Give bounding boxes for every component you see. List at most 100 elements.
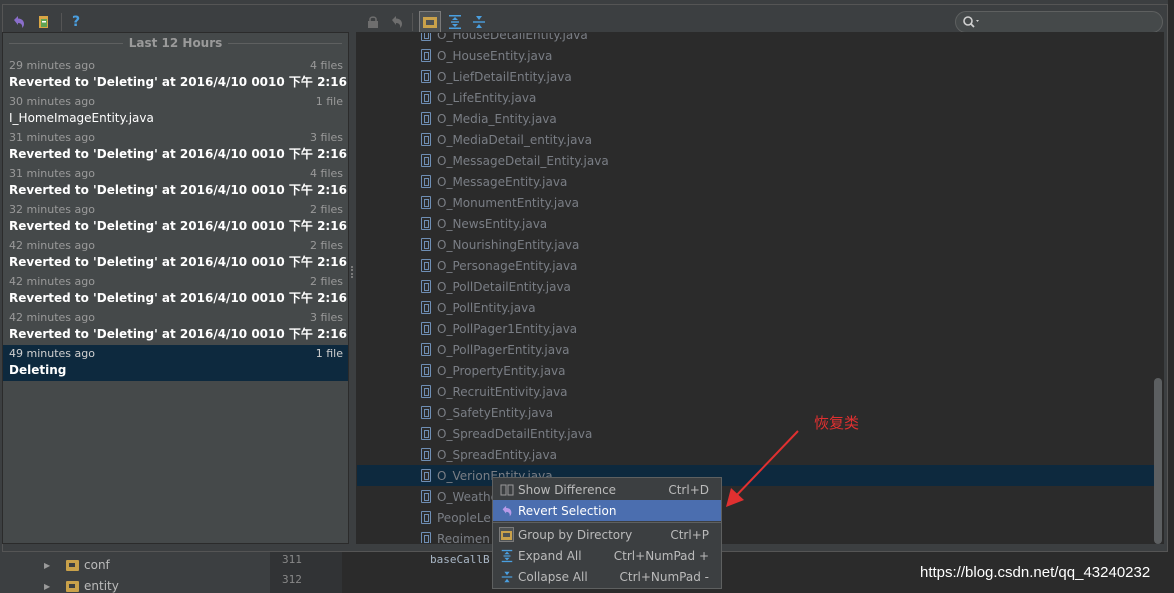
file-row[interactable]: O_MediaDetail_entity.java — [357, 129, 1155, 150]
java-file-icon — [421, 490, 431, 503]
history-file-count: 3 files — [310, 131, 343, 144]
menu-item-revert-selection[interactable]: Revert Selection — [493, 500, 721, 521]
java-file-icon — [421, 343, 431, 356]
menu-item-expand-all[interactable]: Expand All Ctrl+NumPad + — [493, 545, 721, 566]
file-row[interactable]: O_PollDetailEntity.java — [357, 276, 1155, 297]
file-row[interactable]: O_SpreadDetailEntity.java — [357, 423, 1155, 444]
history-file-count: 4 files — [310, 167, 343, 180]
file-row[interactable]: PeopleLe — [357, 507, 1155, 528]
history-item[interactable]: 31 minutes ago 4 files Reverted to 'Dele… — [3, 165, 348, 201]
menu-item-collapse-all[interactable]: Collapse All Ctrl+NumPad - — [493, 566, 721, 587]
file-name: O_HouseDetailEntity.java — [437, 32, 588, 42]
java-file-icon — [421, 133, 431, 146]
history-file-count: 4 files — [310, 59, 343, 72]
help-icon[interactable]: ? — [67, 13, 85, 31]
editor-gutter — [270, 552, 342, 593]
history-item[interactable]: 42 minutes ago 2 files Reverted to 'Dele… — [3, 273, 348, 309]
file-row[interactable]: O_MonumentEntity.java — [357, 192, 1155, 213]
java-file-icon — [421, 511, 431, 524]
history-time: 30 minutes ago — [9, 95, 95, 108]
file-row[interactable]: O_WeatherEntity.java — [357, 486, 1155, 507]
history-item[interactable]: 42 minutes ago 3 files Reverted to 'Dele… — [3, 309, 348, 345]
file-row[interactable]: O_HouseDetailEntity.java — [357, 32, 1155, 45]
file-row[interactable]: O_MessageEntity.java — [357, 171, 1155, 192]
file-name: O_LifeEntity.java — [437, 90, 537, 105]
search-input[interactable] — [955, 11, 1163, 33]
file-row-selected[interactable]: O_VerionEntity.java — [357, 465, 1155, 486]
menu-item-label: Group by Directory — [518, 527, 633, 542]
search-icon[interactable] — [962, 15, 982, 29]
history-item[interactable]: 31 minutes ago 3 files Reverted to 'Dele… — [3, 129, 348, 165]
history-item[interactable]: 32 minutes ago 2 files Reverted to 'Dele… — [3, 201, 348, 237]
file-name: O_HouseEntity.java — [437, 48, 553, 63]
java-file-icon — [421, 364, 431, 377]
file-row[interactable]: O_NewsEntity.java — [357, 213, 1155, 234]
menu-item-show-difference[interactable]: Show Difference Ctrl+D — [493, 479, 721, 500]
tree-item-entity[interactable]: ▶ entity — [44, 576, 119, 593]
folder-icon — [66, 580, 79, 592]
history-item[interactable]: 42 minutes ago 2 files Reverted to 'Dele… — [3, 237, 348, 273]
file-row[interactable]: O_SpreadEntity.java — [357, 444, 1155, 465]
history-file-count: 3 files — [310, 311, 343, 324]
java-file-icon — [421, 532, 431, 543]
file-name: O_MonumentEntity.java — [437, 195, 580, 210]
expand-all-icon[interactable] — [446, 13, 464, 31]
collapse-all-icon[interactable] — [470, 13, 488, 31]
java-file-icon — [421, 427, 431, 440]
java-file-icon — [421, 112, 431, 125]
history-group-header: Last 12 Hours — [3, 35, 348, 51]
menu-item-group-by-directory[interactable]: Group by Directory Ctrl+P — [493, 524, 721, 545]
file-name: O_PersonageEntity.java — [437, 258, 578, 273]
splitter-grip[interactable] — [351, 266, 353, 278]
history-file-count: 2 files — [310, 203, 343, 216]
file-name: O_PollPager1Entity.java — [437, 321, 578, 336]
lock-icon[interactable] — [364, 13, 382, 31]
file-name: O_SafetyEntity.java — [437, 405, 554, 420]
file-name: O_Media_Entity.java — [437, 111, 557, 126]
diff-icon — [499, 482, 514, 497]
project-tree-background — [0, 552, 270, 593]
history-item[interactable]: 30 minutes ago 1 file I_HomeImageEntity.… — [3, 93, 348, 129]
file-row[interactable]: O_PropertyEntity.java — [357, 360, 1155, 381]
history-list: Last 12 Hours 29 minutes ago 4 files Rev… — [2, 32, 349, 544]
window-edge — [1168, 0, 1174, 552]
file-row[interactable]: O_Media_Entity.java — [357, 108, 1155, 129]
file-row[interactable]: O_HouseEntity.java — [357, 45, 1155, 66]
expand-arrow-icon[interactable]: ▶ — [44, 582, 54, 591]
history-title: Reverted to 'Deleting' at 2016/4/10 0010… — [9, 183, 347, 197]
file-row[interactable]: O_PollPager1Entity.java — [357, 318, 1155, 339]
file-name: O_PropertyEntity.java — [437, 363, 566, 378]
vertical-scrollbar[interactable] — [1154, 378, 1162, 544]
file-row[interactable]: O_MessageDetail_Entity.java — [357, 150, 1155, 171]
file-name: O_NourishingEntity.java — [437, 237, 580, 252]
file-row[interactable]: Regimen — [357, 528, 1155, 543]
expand-arrow-icon[interactable]: ▶ — [44, 561, 54, 570]
file-row[interactable]: O_LiefDetailEntity.java — [357, 66, 1155, 87]
java-file-icon — [421, 259, 431, 272]
file-row[interactable]: O_RecruitEntivity.java — [357, 381, 1155, 402]
tree-item-label: entity — [84, 579, 119, 593]
panel-splitter[interactable] — [351, 32, 355, 544]
menu-item-label: Collapse All — [518, 569, 588, 584]
file-row[interactable]: O_PollPagerEntity.java — [357, 339, 1155, 360]
file-name: O_PollEntity.java — [437, 300, 536, 315]
file-row[interactable]: O_PersonageEntity.java — [357, 255, 1155, 276]
file-row[interactable]: O_SafetyEntity.java — [357, 402, 1155, 423]
revert-icon — [499, 503, 514, 518]
file-name: O_MessageEntity.java — [437, 174, 568, 189]
tree-item-conf[interactable]: ▶ conf — [44, 555, 110, 575]
history-time: 42 minutes ago — [9, 311, 95, 324]
file-row[interactable]: O_LifeEntity.java — [357, 87, 1155, 108]
revert-icon[interactable] — [10, 13, 28, 31]
history-title: Reverted to 'Deleting' at 2016/4/10 0010… — [9, 291, 347, 305]
menu-item-shortcut: Ctrl+P — [670, 527, 709, 542]
file-row[interactable]: O_NourishingEntity.java — [357, 234, 1155, 255]
file-row[interactable]: O_PollEntity.java — [357, 297, 1155, 318]
history-time: 31 minutes ago — [9, 131, 95, 144]
group-by-directory-icon[interactable] — [419, 11, 441, 33]
history-item-selected[interactable]: 49 minutes ago 1 file Deleting — [3, 345, 348, 381]
file-name: O_NewsEntity.java — [437, 216, 548, 231]
history-item[interactable]: 29 minutes ago 4 files Reverted to 'Dele… — [3, 57, 348, 93]
create-patch-icon[interactable] — [35, 13, 53, 31]
undo-icon[interactable] — [388, 13, 406, 31]
